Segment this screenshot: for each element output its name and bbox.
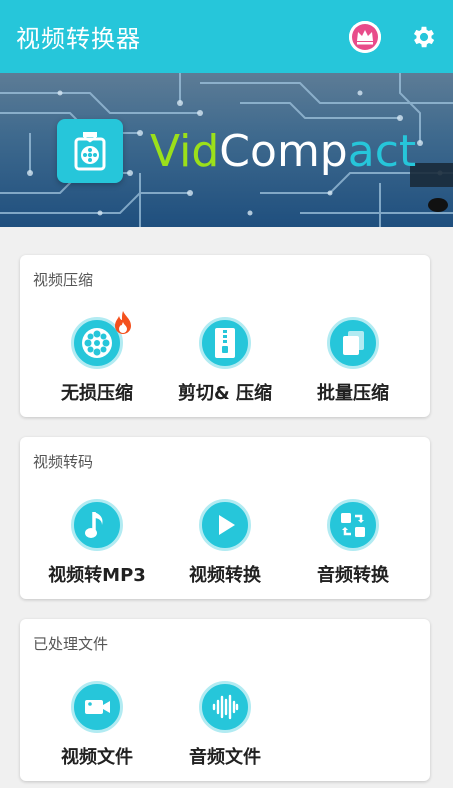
brand-vid: Vid — [150, 126, 220, 177]
tile-label: 剪切& 压缩 — [178, 383, 272, 404]
app-title: 视频转换器 — [16, 25, 141, 53]
tile-label: 无损压缩 — [61, 383, 133, 404]
tile-cut-compress[interactable]: 剪切& 压缩 — [160, 317, 290, 405]
section-processed-files: 已处理文件 视频文件 音频文件 — [20, 619, 430, 781]
app-logo — [57, 119, 123, 183]
tile-audio-convert[interactable]: 音频转换 — [288, 499, 418, 587]
tile-icon-circle — [327, 499, 379, 551]
video-camera-icon — [85, 700, 110, 714]
tile-label: 视频转换 — [189, 565, 261, 586]
tile-icon-circle — [199, 317, 251, 369]
tile-label: 批量压缩 — [317, 383, 389, 404]
zip-file-icon — [215, 328, 235, 358]
section-video-transcode: 视频转码 视频转MP3 视频转换 音频转换 — [20, 437, 430, 599]
brand-act: act — [347, 126, 417, 177]
settings-button[interactable] — [409, 22, 439, 52]
film-reel-icon — [82, 328, 112, 358]
stack-files-icon — [343, 331, 364, 355]
tile-lossless-compress[interactable]: 无损压缩 — [32, 311, 162, 405]
section-title: 视频转码 — [33, 453, 94, 471]
compress-film-icon — [74, 132, 106, 171]
tile-icon-circle — [199, 499, 251, 551]
section-title: 已处理文件 — [33, 635, 109, 653]
tile-label: 音频转换 — [317, 565, 389, 586]
tile-icon-circle — [71, 499, 123, 551]
fire-icon — [115, 311, 131, 334]
tile-icon-circle — [71, 311, 131, 369]
section-video-compress: 视频压缩 无损压缩 剪切& 压缩 批量压缩 — [20, 255, 430, 417]
app-bar: 视频转换器 — [0, 0, 453, 73]
gear-icon — [413, 26, 435, 47]
tile-audio-files[interactable]: 音频文件 — [160, 681, 290, 769]
play-icon — [219, 515, 235, 535]
tile-batch-compress[interactable]: 批量压缩 — [288, 317, 418, 405]
tile-video-to-mp3[interactable]: 视频转MP3 — [32, 499, 162, 587]
brand-wordmark: VidCompact — [150, 127, 416, 177]
waveform-icon — [212, 694, 239, 720]
convert-icon — [341, 513, 365, 537]
tile-icon-circle — [327, 317, 379, 369]
app-bar-actions — [349, 20, 439, 53]
tile-label: 音频文件 — [189, 747, 261, 768]
tile-label: 视频转MP3 — [48, 565, 146, 586]
music-note-icon — [85, 512, 103, 538]
promo-banner[interactable]: VidCompact — [0, 73, 453, 227]
tile-video-files[interactable]: 视频文件 — [32, 681, 162, 769]
tile-video-convert[interactable]: 视频转换 — [160, 499, 290, 587]
tile-icon-circle — [199, 681, 251, 733]
crown-icon — [349, 20, 381, 53]
section-title: 视频压缩 — [33, 271, 94, 289]
tile-label: 视频文件 — [61, 747, 133, 768]
brand-comp: Comp — [219, 126, 348, 177]
premium-button[interactable] — [349, 20, 381, 53]
tile-icon-circle — [71, 681, 123, 733]
